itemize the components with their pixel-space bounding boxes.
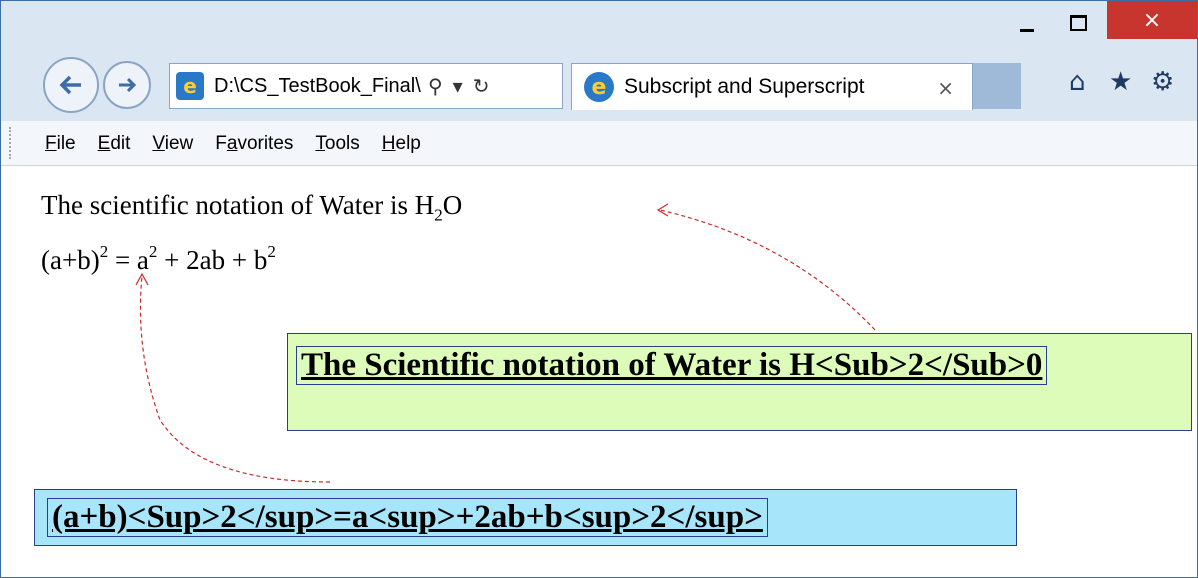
superscript-code-text: (a+b)<Sup>2</sup>=a<sup>+2ab+b<sup>2</su…: [47, 498, 768, 537]
home-icon[interactable]: ⌂: [1069, 67, 1086, 97]
search-icon[interactable]: ⚲: [428, 74, 443, 98]
formula-text: (a+b)2 = a2 + 2ab + b2: [41, 242, 276, 275]
menu-file[interactable]: File: [45, 133, 76, 155]
address-bar[interactable]: e D:\CS_TestBook_Final\ ⚲ ▾ ↻: [169, 63, 563, 109]
tab-subscript-superscript[interactable]: e Subscript and Superscript ×: [571, 63, 973, 110]
back-button[interactable]: [43, 57, 99, 113]
new-tab-button[interactable]: [973, 63, 1021, 109]
maximize-icon: [1069, 15, 1087, 31]
refresh-icon[interactable]: ↻: [473, 74, 490, 98]
minimize-icon: [1020, 28, 1034, 32]
menu-edit[interactable]: Edit: [98, 133, 131, 155]
menu-help[interactable]: Help: [382, 133, 421, 155]
toolbar-grip: [9, 127, 14, 159]
page-ie-icon: e: [176, 72, 204, 100]
back-arrow-icon: [59, 75, 81, 95]
address-input[interactable]: D:\CS_TestBook_Final\: [214, 75, 422, 98]
ie-icon: e: [584, 72, 614, 102]
subscript-code-text: The Scientific notation of Water is H<Su…: [296, 346, 1048, 385]
water-notation-text: The scientific notation of Water is H2O: [41, 190, 463, 225]
forward-button[interactable]: [103, 61, 151, 109]
favorites-icon[interactable]: ★: [1109, 67, 1132, 97]
maximize-button[interactable]: [1053, 1, 1103, 45]
superscript-code-callout: (a+b)<Sup>2</sup>=a<sup>+2ab+b<sup>2</su…: [34, 489, 1017, 546]
subscript-code-callout: The Scientific notation of Water is H<Su…: [287, 333, 1192, 431]
gear-icon[interactable]: ⚙: [1151, 67, 1174, 97]
close-icon: ×: [1142, 7, 1162, 33]
tab-close-icon[interactable]: ×: [937, 76, 954, 100]
menu-tools[interactable]: Tools: [315, 133, 359, 155]
tab-title: Subscript and Superscript: [624, 75, 865, 98]
minimize-button[interactable]: [1002, 1, 1052, 45]
menu-bar: File Edit View Favorites Tools Help: [1, 121, 1197, 166]
menu-view[interactable]: View: [152, 133, 193, 155]
title-bar: × e D:\CS_TestBook_Final\ ⚲ ▾ ↻ e Subscr…: [1, 1, 1197, 121]
menu-favorites[interactable]: Favorites: [215, 133, 293, 155]
forward-arrow-icon: [119, 77, 137, 93]
chevron-down-icon[interactable]: ▾: [453, 74, 463, 98]
close-button[interactable]: ×: [1107, 1, 1197, 39]
